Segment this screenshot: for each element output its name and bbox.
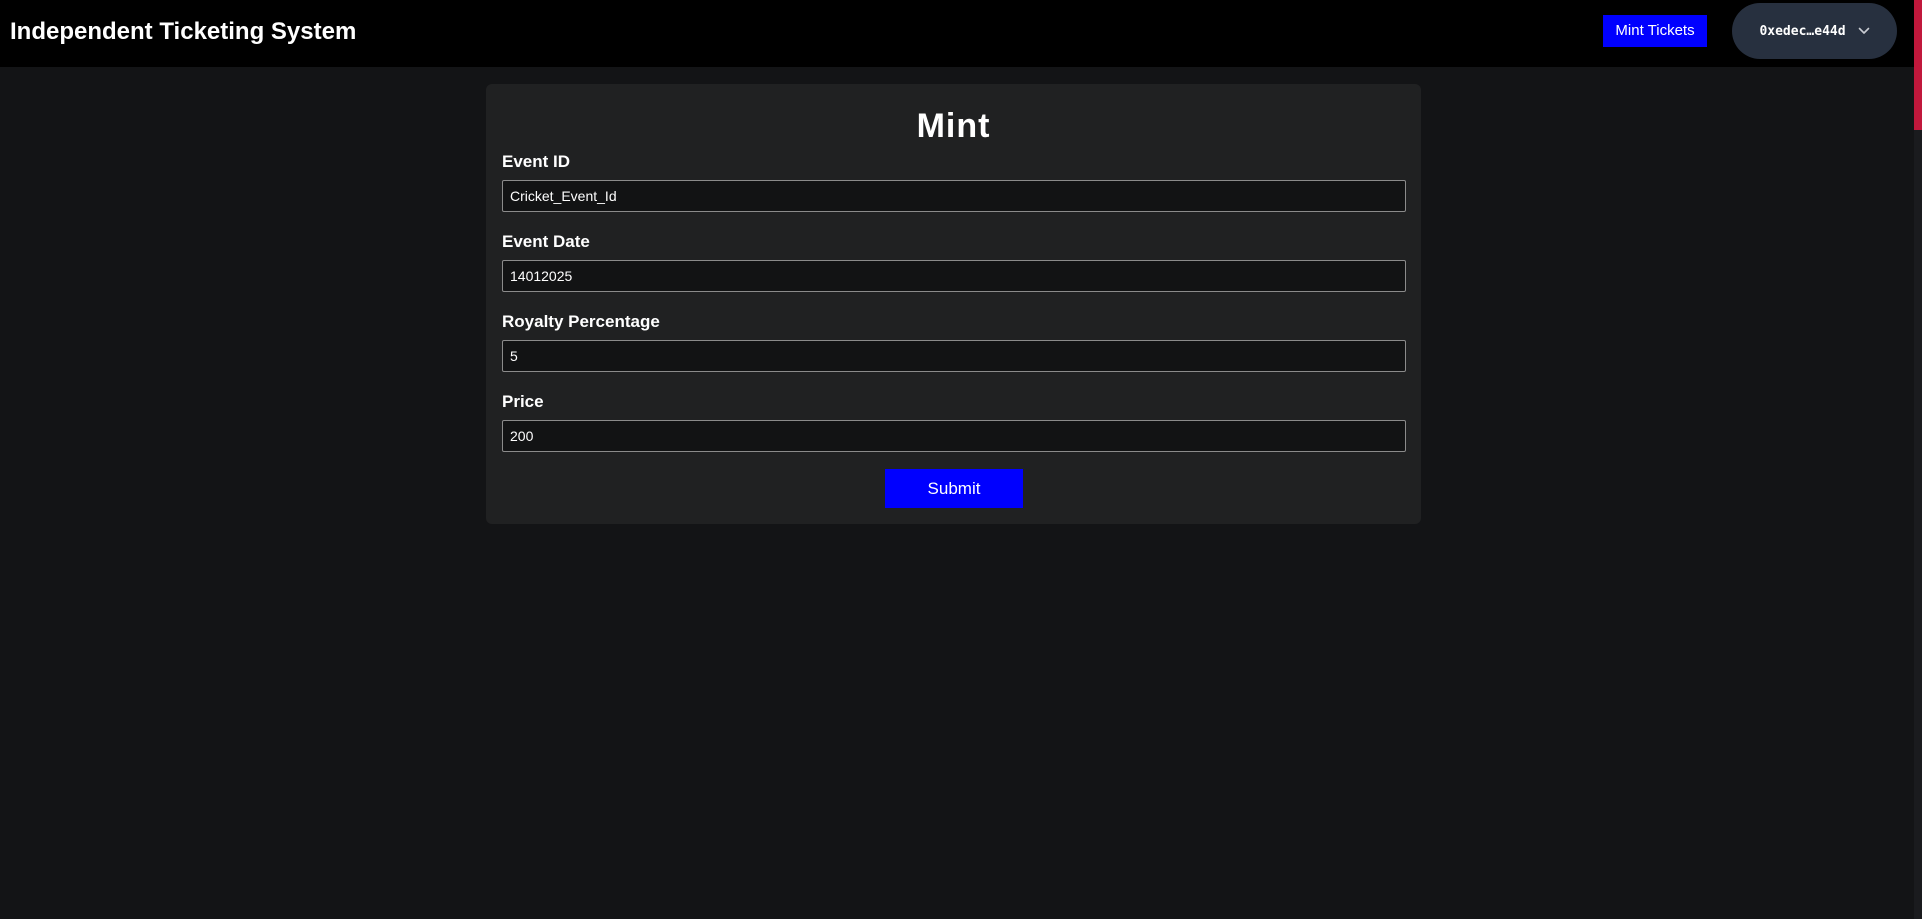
price-label: Price xyxy=(502,392,544,411)
royalty-percentage-input[interactable] xyxy=(502,340,1406,372)
event-date-input[interactable] xyxy=(502,260,1406,292)
wallet-address: 0xedec…e44d xyxy=(1759,23,1846,39)
mint-form-card: Mint Event ID Event Date Royalty Percent… xyxy=(486,84,1421,524)
app-title: Independent Ticketing System xyxy=(10,18,357,45)
form-title: Mint xyxy=(916,107,991,145)
event-id-input[interactable] xyxy=(502,180,1406,212)
chevron-down-icon xyxy=(1858,25,1870,37)
submit-button[interactable]: Submit xyxy=(885,469,1023,508)
royalty-percentage-label: Royalty Percentage xyxy=(502,312,660,331)
event-id-label: Event ID xyxy=(502,152,571,171)
wallet-account-button[interactable]: 0xedec…e44d xyxy=(1732,3,1897,59)
price-input[interactable] xyxy=(502,420,1406,452)
page-scrollbar[interactable] xyxy=(1914,0,1922,919)
mint-tickets-button[interactable]: Mint Tickets xyxy=(1603,15,1707,47)
event-date-label: Event Date xyxy=(502,232,590,251)
page-scrollbar-edge xyxy=(1914,0,1922,130)
top-navbar: Independent Ticketing System Mint Ticket… xyxy=(0,0,1914,67)
